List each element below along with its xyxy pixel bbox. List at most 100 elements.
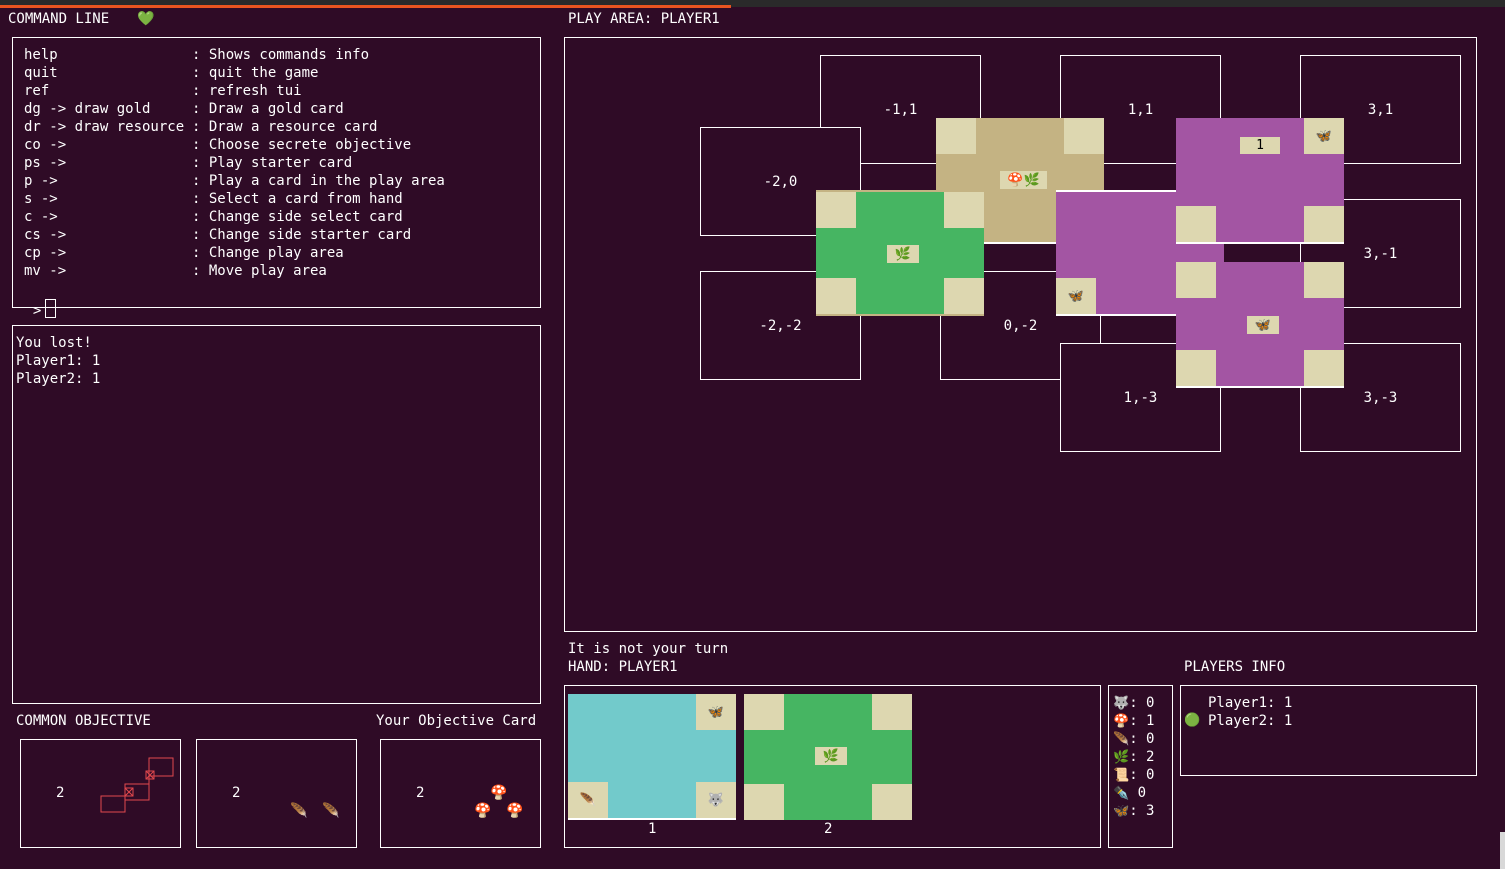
- hand-card-2[interactable]: 🌿: [744, 694, 912, 820]
- common-objective-title: COMMON OBJECTIVE: [16, 713, 151, 729]
- command-name: dg -> draw gold: [24, 101, 151, 117]
- resource-count: 🌿: 2: [1113, 748, 1154, 767]
- card-corner: [1064, 118, 1104, 154]
- command-row: co -> : Choose secrete objective: [24, 136, 411, 154]
- command-name: p ->: [24, 173, 58, 189]
- scroll-icon: 📜: [1113, 768, 1130, 783]
- butterfly-icon: 🦋: [1304, 118, 1344, 154]
- hand-card-index: 1: [648, 821, 657, 837]
- objective-card-common-2[interactable]: 2 🪶 🪶: [196, 739, 357, 848]
- command-row: cp ->: Change play area: [24, 244, 344, 262]
- hand-card-index: 2: [824, 821, 833, 837]
- heart-icon: 💚: [137, 11, 155, 27]
- command-description: : Play starter card: [192, 155, 353, 171]
- card-corner: [1304, 350, 1344, 386]
- message-line: Player1: 1: [16, 353, 101, 369]
- turn-status: It is not your turn: [568, 641, 729, 657]
- command-description: : Select a card from hand: [192, 191, 403, 207]
- command-input[interactable]: [45, 299, 57, 318]
- command-name: mv ->: [24, 263, 67, 279]
- resource-count: 🍄: 1: [1113, 712, 1154, 731]
- player-entry: Player2: 1: [1208, 713, 1293, 729]
- command-row: cs ->: Change side starter card: [24, 226, 411, 244]
- quill-icon: ✒️: [1113, 786, 1130, 801]
- command-name: s ->: [24, 191, 58, 207]
- mushroom-icon: 🍄: [506, 803, 524, 819]
- objective-points: 2: [56, 785, 65, 801]
- card-corner: [816, 278, 856, 314]
- mushroom-icon: 🍄: [474, 803, 492, 819]
- card-corner: [1176, 262, 1216, 298]
- butterfly-icon: 🦋: [696, 694, 736, 730]
- placed-card-green[interactable]: 🌿: [816, 190, 984, 316]
- your-objective-title: Your Objective Card: [376, 713, 537, 729]
- message-line: Player2: 1: [16, 371, 101, 387]
- resource-count: 🦋: 3: [1113, 802, 1154, 821]
- resource-count: 📜: 0: [1113, 766, 1154, 785]
- message-line: You lost!: [16, 335, 92, 351]
- hand-card-1[interactable]: 🦋 🪶 🐺: [568, 694, 736, 820]
- card-corner: [1304, 262, 1344, 298]
- card-corner: [872, 694, 912, 730]
- command-row: quit : quit the game: [24, 64, 318, 82]
- resource-value: : 0: [1129, 767, 1155, 783]
- command-row: dg -> draw gold : Draw a gold card: [24, 100, 344, 118]
- resource-value: : 0: [1129, 731, 1155, 747]
- objective-points: 2: [232, 785, 241, 801]
- quill-icon: 🪶: [290, 803, 308, 819]
- command-name: ps ->: [24, 155, 67, 171]
- player-entry: Player1: 1: [1208, 695, 1293, 711]
- command-description: : refresh tui: [192, 83, 302, 99]
- card-corner: [744, 784, 784, 820]
- command-description: : Move play area: [192, 263, 327, 279]
- command-row: c ->: Change side select card: [24, 208, 403, 226]
- leaf-icon: 🌿: [815, 747, 847, 765]
- feather-icon: 🪶: [1113, 732, 1130, 747]
- command-row: help : Shows commands info: [24, 46, 369, 64]
- card-corner: [944, 192, 984, 228]
- command-description: : Change side select card: [192, 209, 403, 225]
- command-name: ref: [24, 83, 50, 99]
- resource-count: ✒️ 0: [1113, 784, 1146, 803]
- card-corner: [1176, 206, 1216, 242]
- resource-value: : 0: [1129, 695, 1155, 711]
- command-description: : Change side starter card: [192, 227, 412, 243]
- leaf-icon: 🌿: [887, 245, 919, 263]
- command-description: : Draw a gold card: [192, 101, 344, 117]
- command-description: : quit the game: [192, 65, 319, 81]
- card-corner: [744, 694, 784, 730]
- diagonal-pattern-icon: [100, 757, 174, 813]
- command-name: co ->: [24, 137, 67, 153]
- command-row: s -> : Select a card from hand: [24, 190, 403, 208]
- placed-card-purple-gold[interactable]: 1 🦋: [1176, 118, 1344, 244]
- command-description: : Shows commands info: [192, 47, 370, 63]
- command-prompt[interactable]: >: [16, 281, 57, 320]
- card-corner: [872, 784, 912, 820]
- resource-value: : 3: [1129, 803, 1155, 819]
- command-line-title: COMMAND LINE: [8, 11, 110, 27]
- resource-count: 🐺: 0: [1113, 694, 1154, 713]
- resource-value: : 1: [1129, 713, 1155, 729]
- scrollbar-thumb[interactable]: [1500, 832, 1505, 869]
- mushroom-leaf-icon: 🍄🌿: [1000, 171, 1047, 189]
- command-row: p -> : Play a card in the play area: [24, 172, 445, 190]
- command-description: : Play a card in the play area: [192, 173, 445, 189]
- command-name: help: [24, 47, 58, 63]
- command-name: quit: [24, 65, 58, 81]
- card-corner: [936, 118, 976, 154]
- command-description: : Choose secrete objective: [192, 137, 412, 153]
- mushroom-icon: 🍄: [1113, 714, 1130, 729]
- objective-points: 2: [416, 785, 425, 801]
- your-objective-card[interactable]: 2 🍄 🍄 🍄: [380, 739, 541, 848]
- command-name: cp ->: [24, 245, 67, 261]
- objective-card-common-1[interactable]: 2: [20, 739, 181, 848]
- command-description: : Draw a resource card: [192, 119, 378, 135]
- command-row: mv -> : Move play area: [24, 262, 327, 280]
- placed-card-purple-back[interactable]: 🦋: [1176, 262, 1344, 388]
- prompt-symbol: >: [32, 303, 42, 319]
- hand-title: HAND: PLAYER1: [568, 659, 678, 675]
- players-info-title: PLAYERS INFO: [1184, 659, 1286, 675]
- tab-progress-indicator: [0, 5, 731, 8]
- play-area-title: PLAY AREA: PLAYER1: [568, 11, 720, 27]
- command-row: dr -> draw resource: Draw a resource car…: [24, 118, 377, 136]
